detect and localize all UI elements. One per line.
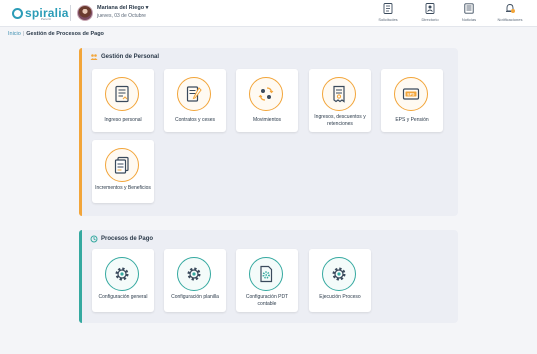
card-icon-circle bbox=[249, 257, 283, 291]
card-label: Ingresos, descuentos y retenciones bbox=[314, 114, 366, 127]
section-gestion-personal: Gestión de Personal Ingreso personal Con… bbox=[79, 48, 458, 216]
card-ingresos-descuentos[interactable]: Ingresos, descuentos y retenciones bbox=[309, 69, 371, 132]
section-procesos-pago: Procesos de Pago Configuración general C… bbox=[79, 230, 458, 323]
card-label: Movimientos bbox=[252, 117, 282, 123]
card-label: Configuración general bbox=[98, 294, 148, 300]
transfer-icon bbox=[258, 87, 274, 101]
eps-card-icon: EPS bbox=[402, 88, 420, 100]
gear-document-icon bbox=[260, 265, 273, 283]
directory-icon bbox=[425, 3, 435, 14]
contract-icon bbox=[186, 86, 202, 102]
card-ejecucion-proceso[interactable]: Ejecución Proceso bbox=[309, 249, 371, 312]
card-label: Contratos y ceses bbox=[174, 117, 216, 123]
card-icon-circle bbox=[177, 77, 211, 111]
card-icon-circle bbox=[105, 77, 139, 111]
header-divider bbox=[70, 5, 71, 21]
user-name-menu[interactable]: Mariana del Riego ▾ bbox=[97, 5, 148, 11]
card-icon-circle bbox=[105, 148, 139, 182]
card-label: Incrementos y Beneficios bbox=[95, 185, 151, 191]
payment-process-icon bbox=[90, 235, 98, 243]
document-icon bbox=[115, 85, 129, 103]
card-eps-pension[interactable]: EPS EPS y Pensión bbox=[381, 69, 443, 132]
avatar[interactable] bbox=[77, 5, 93, 21]
card-icon-circle bbox=[105, 257, 139, 291]
breadcrumb-home-link[interactable]: Inicio bbox=[8, 31, 21, 37]
section-title-text: Gestión de Personal bbox=[101, 54, 160, 60]
card-configuracion-planilla[interactable]: Configuración planilla bbox=[164, 249, 226, 312]
news-icon bbox=[464, 3, 474, 14]
section-accent-bar bbox=[79, 230, 82, 323]
section-title: Gestión de Personal bbox=[90, 53, 159, 61]
top-bar: spiralia Peruzzi Mariana del Riego ▾ jue… bbox=[0, 0, 537, 27]
breadcrumb-separator: | bbox=[22, 31, 25, 37]
section-title: Procesos de Pago bbox=[90, 235, 153, 243]
nav-news[interactable]: Noticias bbox=[449, 3, 489, 22]
card-configuracion-general[interactable]: Configuración general bbox=[92, 249, 154, 312]
card-label: Configuración PDT contable bbox=[245, 294, 289, 307]
benefits-icon bbox=[114, 156, 129, 174]
card-incrementos-beneficios[interactable]: Incrementos y Beneficios bbox=[92, 140, 154, 203]
receipt-icon bbox=[333, 85, 345, 103]
section-accent-bar bbox=[79, 48, 82, 216]
card-icon-circle bbox=[249, 77, 283, 111]
nav-requests[interactable]: Solicitudes bbox=[368, 3, 408, 22]
bell-icon bbox=[506, 4, 515, 13]
nav-notifications[interactable]: Notificaciones bbox=[490, 3, 530, 22]
card-movimientos[interactable]: Movimientos bbox=[236, 69, 298, 132]
card-label: Ingreso personal bbox=[104, 117, 142, 123]
gear-icon bbox=[332, 267, 346, 281]
card-icon-circle bbox=[322, 77, 356, 111]
people-icon bbox=[90, 54, 98, 60]
nav-directory[interactable]: Directorio bbox=[410, 3, 450, 22]
card-icon-circle bbox=[322, 257, 356, 291]
card-icon-circle: EPS bbox=[394, 77, 428, 111]
gear-icon bbox=[187, 267, 201, 281]
logo-tagline: Peruzzi bbox=[41, 17, 52, 21]
requests-icon bbox=[383, 3, 393, 14]
card-icon-circle bbox=[177, 257, 211, 291]
card-ingreso-personal[interactable]: Ingreso personal bbox=[92, 69, 154, 132]
eps-badge: EPS bbox=[407, 92, 415, 96]
gear-icon bbox=[115, 267, 129, 281]
card-configuracion-pdt[interactable]: Configuración PDT contable bbox=[236, 249, 298, 312]
breadcrumb-current: Gestión de Procesos de Pago bbox=[26, 31, 104, 37]
card-label: Configuración planilla bbox=[171, 294, 219, 300]
card-contratos-ceses[interactable]: Contratos y ceses bbox=[164, 69, 226, 132]
logo-mark-icon bbox=[12, 7, 23, 19]
card-label: EPS y Pensión bbox=[395, 117, 429, 123]
nav-directory-label: Directorio bbox=[421, 17, 439, 22]
section-title-text: Procesos de Pago bbox=[101, 236, 154, 242]
nav-requests-label: Solicitudes bbox=[378, 17, 398, 22]
breadcrumb: Inicio | Gestión de Procesos de Pago bbox=[8, 31, 104, 37]
current-date: jueves, 03 de Octubre bbox=[97, 13, 146, 19]
card-label: Ejecución Proceso bbox=[319, 294, 361, 300]
nav-notifications-label: Notificaciones bbox=[497, 17, 523, 22]
nav-news-label: Noticias bbox=[461, 17, 477, 22]
